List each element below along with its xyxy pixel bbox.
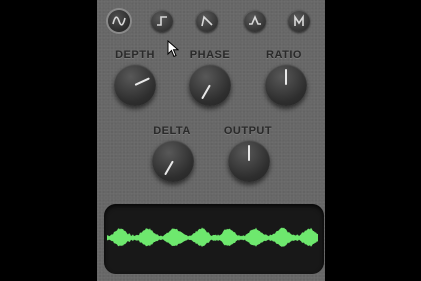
sawtooth-wave-icon — [201, 15, 213, 27]
sine-wave-button[interactable] — [108, 10, 130, 32]
phase-label: PHASE — [189, 49, 231, 61]
square-wave-button[interactable] — [151, 10, 173, 32]
delta-knob[interactable] — [152, 140, 194, 182]
sine-wave-icon — [112, 16, 126, 26]
ratio-label: RATIO — [266, 49, 302, 61]
triangle-wave-icon — [249, 14, 261, 25]
ratio-knob[interactable] — [265, 64, 307, 106]
depth-label: DEPTH — [115, 49, 155, 61]
triangle-wave-button[interactable] — [244, 10, 266, 32]
knob-pointer — [164, 160, 174, 176]
mouse-cursor-icon — [167, 40, 179, 58]
knob-pointer — [201, 84, 211, 100]
sawtooth-wave-button[interactable] — [196, 10, 218, 32]
waveform-trace — [107, 227, 318, 247]
knob-pointer — [248, 145, 250, 161]
phase-knob[interactable] — [189, 64, 231, 106]
knob-pointer — [285, 69, 287, 85]
output-knob[interactable] — [228, 140, 270, 182]
knob-pointer — [134, 77, 150, 86]
m-shape-wave-icon — [294, 14, 304, 26]
depth-knob[interactable] — [114, 64, 156, 106]
waveform-graph — [107, 227, 318, 247]
waveform-display — [104, 204, 324, 274]
delta-label: DELTA — [153, 125, 191, 137]
output-label: OUTPUT — [223, 125, 273, 137]
square-wave-icon — [157, 16, 167, 26]
m-shape-wave-button[interactable] — [288, 10, 310, 32]
